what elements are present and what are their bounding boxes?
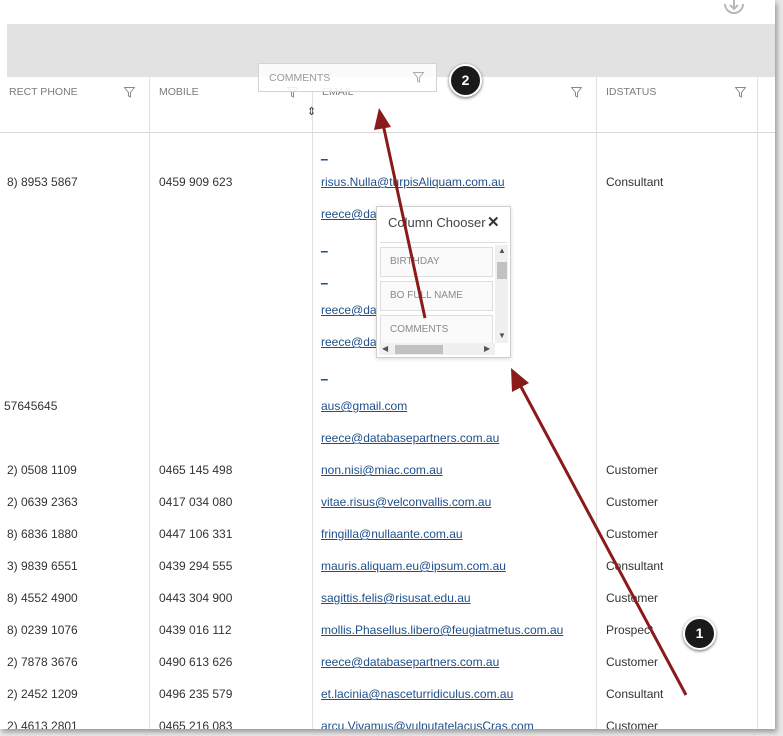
mobile-cell: 0459 909 623 bbox=[159, 175, 233, 189]
mobile-cell: 0417 034 080 bbox=[159, 495, 233, 509]
dragged-column-label: COMMENTS bbox=[269, 72, 331, 84]
direct-phone-cell: 8) 4552 4900 bbox=[7, 591, 78, 605]
direct-phone-cell: 2) 0508 1109 bbox=[7, 463, 77, 477]
mobile-cell: 0439 016 112 bbox=[159, 623, 232, 637]
email-link[interactable]: non.nisi@miac.com.au bbox=[321, 461, 443, 479]
direct-phone-cell: 57645645 bbox=[4, 399, 58, 413]
direct-phone-cell: 3) 9839 6551 bbox=[7, 559, 78, 573]
filter-icon[interactable] bbox=[123, 87, 136, 98]
column-chooser-item[interactable]: BIRTHDAY bbox=[380, 247, 493, 277]
email-link[interactable]: vitae.risus@velconvallis.com.au bbox=[321, 493, 491, 511]
column-chooser-title: Column Chooser bbox=[388, 215, 486, 230]
email-link[interactable]: _ bbox=[321, 145, 328, 163]
email-link[interactable]: _ bbox=[321, 365, 328, 383]
app-window: RECT PHONE MOBILE EMAIL IDSTATUS _ 8) 89… bbox=[0, 0, 775, 729]
annotation-badge-2: 2 bbox=[449, 64, 482, 97]
email-link[interactable]: aus@gmail.com bbox=[321, 397, 407, 415]
column-header-idstatus[interactable]: IDSTATUS bbox=[597, 77, 757, 107]
column-header-label: MOBILE bbox=[159, 86, 199, 98]
column-chooser-item[interactable]: BO FULL NAME bbox=[380, 281, 493, 311]
filter-icon[interactable] bbox=[570, 87, 583, 98]
divider bbox=[380, 242, 507, 243]
direct-phone-cell: 8) 6836 1880 bbox=[7, 527, 78, 541]
status-cell: Customer bbox=[606, 495, 659, 509]
status-cell: Customer bbox=[606, 655, 659, 669]
direct-phone-cell: 8) 8953 5867 bbox=[7, 175, 78, 189]
scrollbar-thumb[interactable] bbox=[395, 345, 443, 354]
mobile-cell: 0490 613 626 bbox=[159, 655, 233, 669]
status-cell: Customer bbox=[606, 719, 659, 729]
column-chooser-item[interactable]: COMMENTS bbox=[380, 315, 493, 343]
scroll-right-icon[interactable]: ▶ bbox=[484, 344, 490, 353]
scroll-down-icon[interactable]: ▼ bbox=[498, 331, 506, 340]
mobile-cell: 0447 106 331 bbox=[159, 527, 233, 541]
status-cell: Consultant bbox=[606, 559, 664, 573]
mobile-cell: 0465 216 083 bbox=[159, 719, 233, 729]
status-cell: Prospect bbox=[606, 623, 654, 637]
column-chooser-dialog[interactable]: Column Chooser ✕ BIRTHDAY BO FULL NAME C… bbox=[376, 206, 511, 358]
mobile-cell: 0443 304 900 bbox=[159, 591, 233, 605]
direct-phone-cell: 8) 0239 1076 bbox=[7, 623, 78, 637]
email-link[interactable]: mauris.aliquam.eu@ipsum.com.au bbox=[321, 557, 506, 575]
filter-icon bbox=[412, 72, 425, 83]
horizontal-scrollbar[interactable]: ◀ ▶ bbox=[379, 343, 495, 355]
email-link[interactable]: fringilla@nullaante.com.au bbox=[321, 525, 463, 543]
column-header-label: IDSTATUS bbox=[606, 86, 657, 98]
mobile-cell: 0439 294 555 bbox=[159, 559, 233, 573]
direct-phone-cell: 2) 7878 3676 bbox=[7, 655, 78, 669]
email-link[interactable]: mollis.Phasellus.libero@feugiatmetus.com… bbox=[321, 621, 563, 639]
status-cell: Consultant bbox=[606, 687, 664, 701]
scroll-left-icon[interactable]: ◀ bbox=[382, 344, 388, 353]
email-link[interactable]: _ bbox=[321, 269, 328, 287]
email-link[interactable]: arcu.Vivamus@vulputatelacusCras.com bbox=[321, 717, 534, 729]
filter-icon[interactable] bbox=[734, 87, 747, 98]
move-cursor-icon: ⇕ bbox=[307, 106, 317, 118]
email-link[interactable]: sagittis.felis@risusat.edu.au bbox=[321, 589, 471, 607]
email-link[interactable]: et.lacinia@nasceturridiculus.com.au bbox=[321, 685, 513, 703]
filter-row bbox=[0, 107, 775, 133]
status-cell: Customer bbox=[606, 591, 659, 605]
top-toolbar bbox=[0, 0, 775, 24]
direct-phone-cell: 2) 4613 2801 bbox=[7, 719, 78, 729]
scroll-up-icon[interactable]: ▲ bbox=[498, 246, 506, 255]
status-cell: Customer bbox=[606, 527, 659, 541]
column-header-label: RECT PHONE bbox=[9, 86, 78, 98]
status-cell: Customer bbox=[606, 463, 659, 477]
email-link[interactable]: reece@databasepartners.com.au bbox=[321, 653, 499, 671]
email-link[interactable]: _ bbox=[321, 237, 328, 255]
status-cell: Consultant bbox=[606, 175, 664, 189]
column-chooser-list: BIRTHDAY BO FULL NAME COMMENTS bbox=[379, 245, 496, 343]
close-icon[interactable]: ✕ bbox=[487, 213, 500, 231]
email-link[interactable]: risus.Nulla@turpisAliquam.com.au bbox=[321, 173, 505, 191]
dragged-column-header[interactable]: COMMENTS bbox=[258, 63, 437, 92]
download-icon[interactable] bbox=[723, 0, 745, 18]
mobile-cell: 0496 235 579 bbox=[159, 687, 233, 701]
direct-phone-cell: 2) 0639 2363 bbox=[7, 495, 78, 509]
direct-phone-cell: 2) 2452 1209 bbox=[7, 687, 78, 701]
email-link[interactable]: reece@databasepartners.com.au bbox=[321, 429, 499, 447]
vertical-scrollbar[interactable]: ▲ ▼ bbox=[495, 245, 508, 343]
mobile-cell: 0465 145 498 bbox=[159, 463, 233, 477]
annotation-badge-1: 1 bbox=[683, 617, 716, 650]
scrollbar-thumb[interactable] bbox=[497, 262, 507, 279]
